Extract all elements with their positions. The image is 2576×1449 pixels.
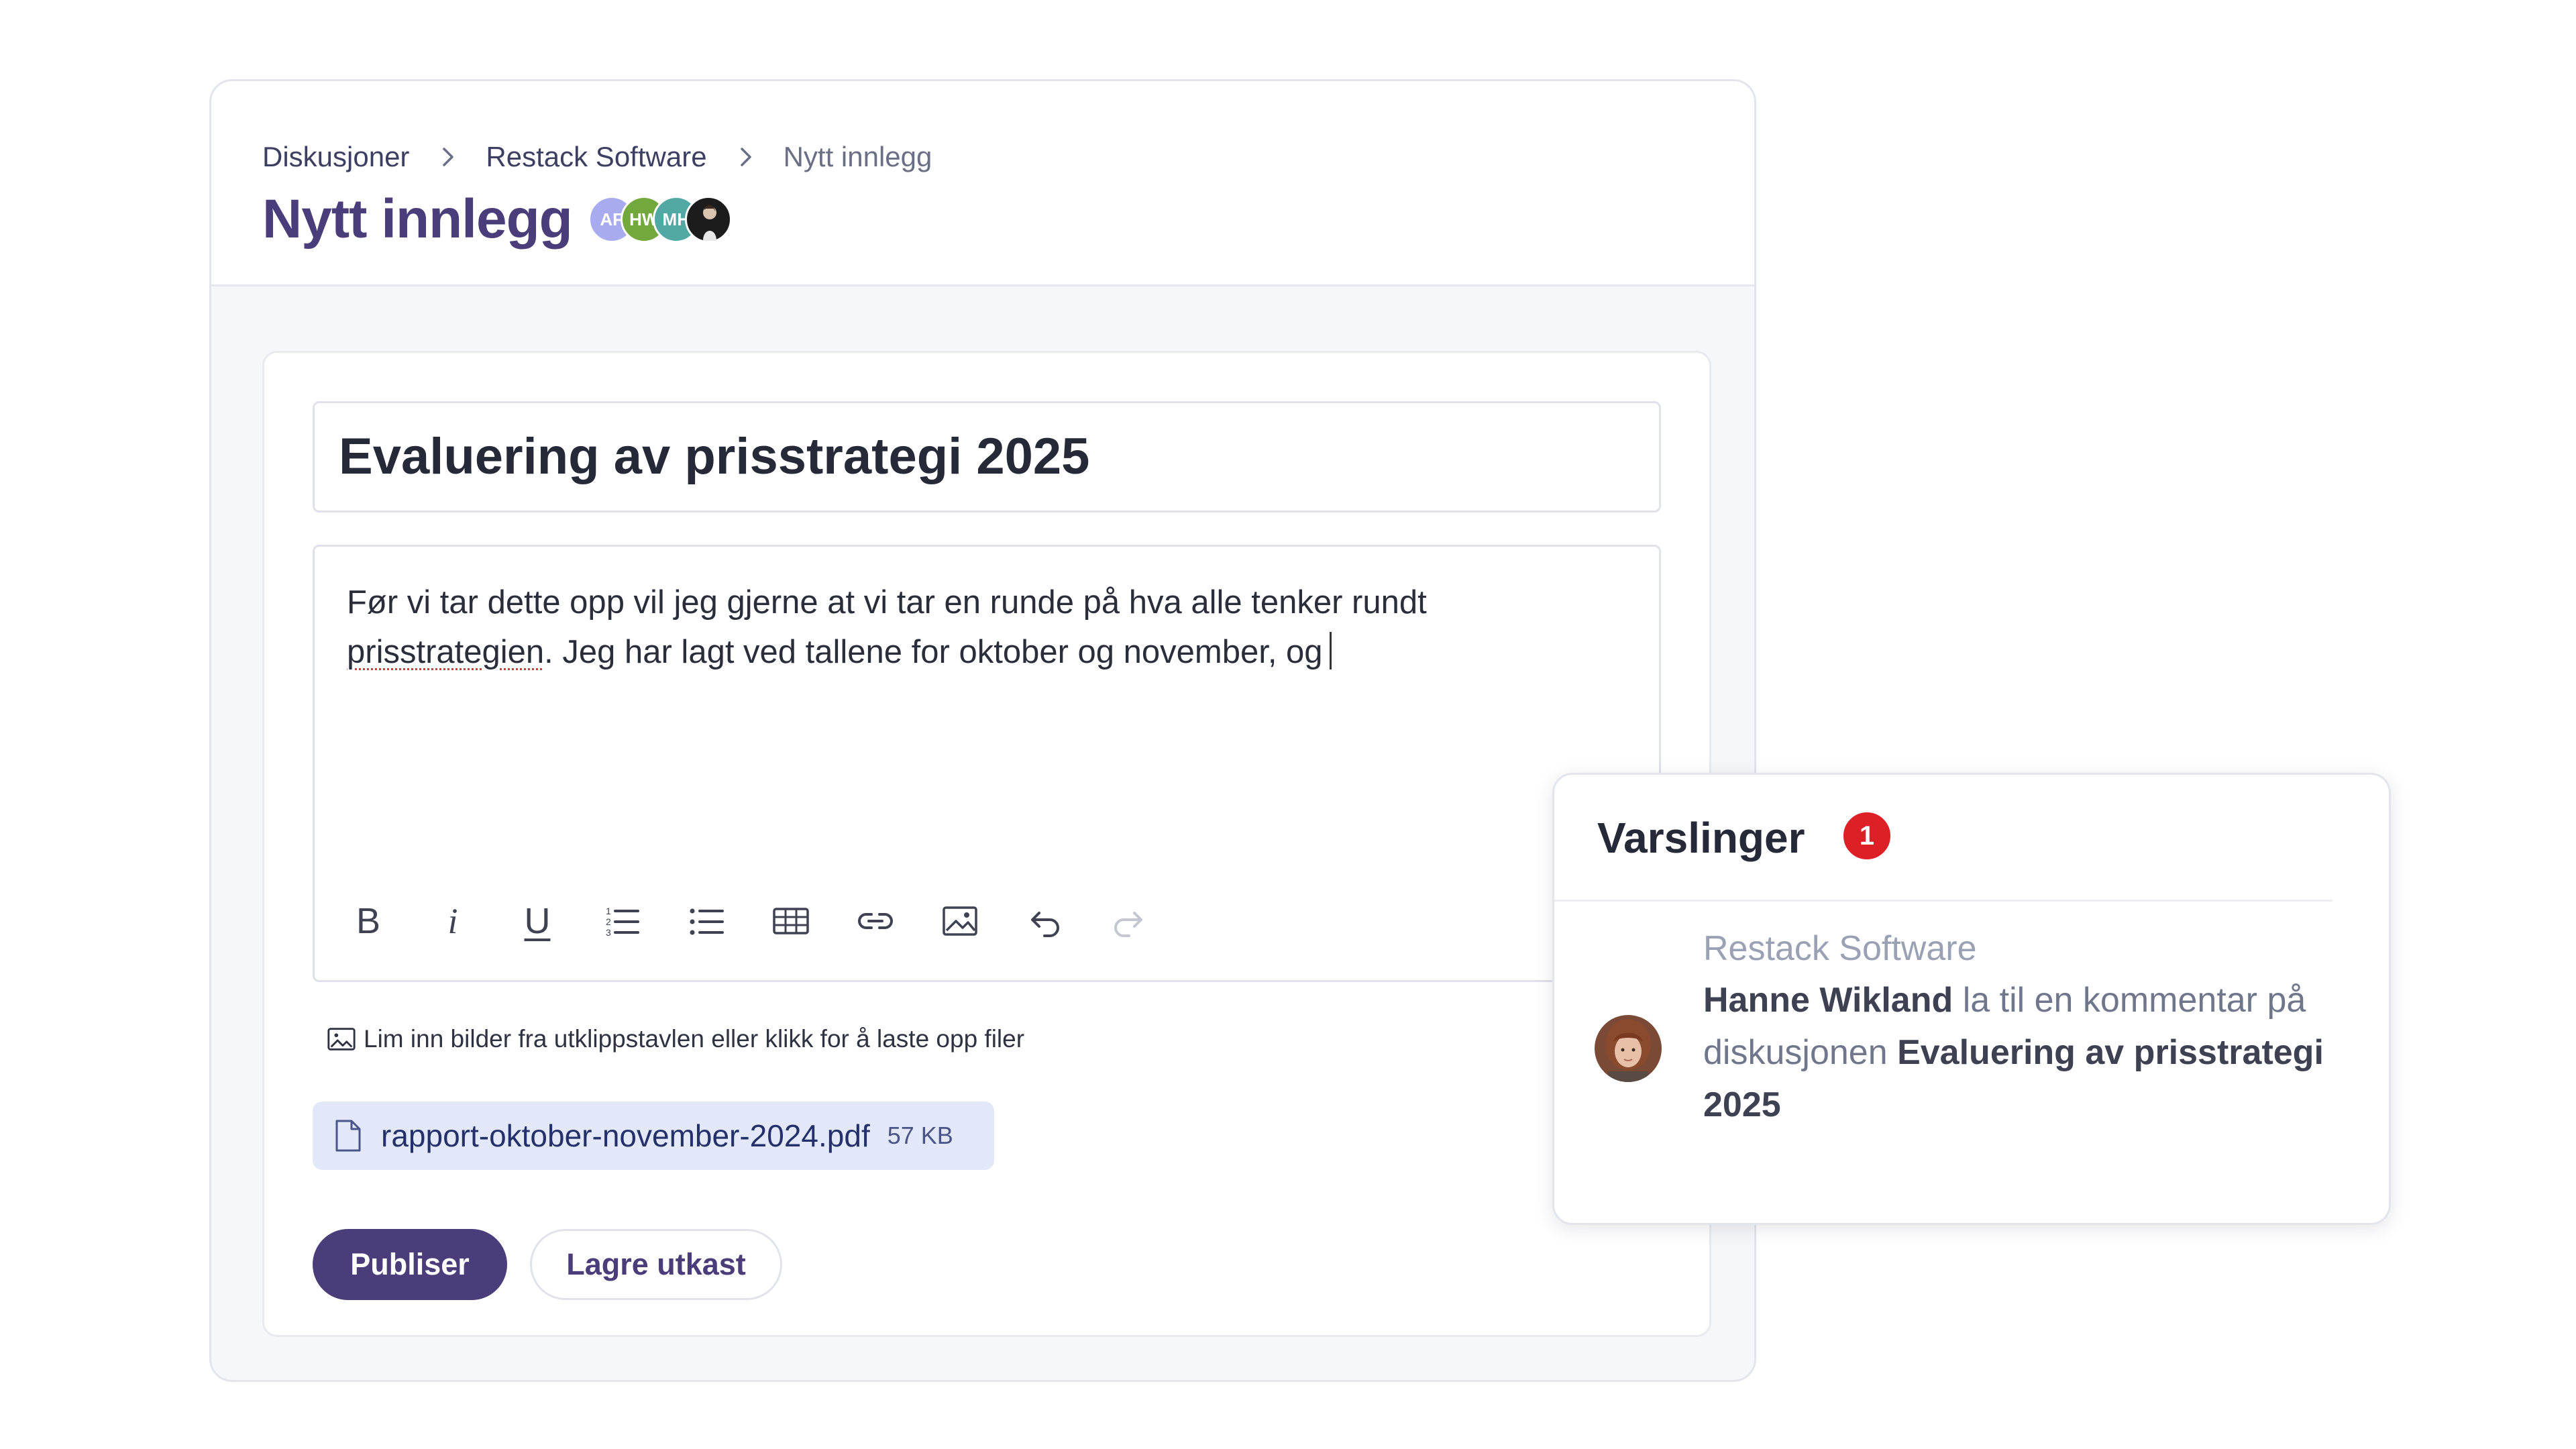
notification-item[interactable]: Restack Software Hanne Wikland la til en… — [1554, 902, 2389, 1223]
redo-button[interactable] — [1104, 896, 1155, 947]
upload-hint-text: Lim inn bilder fra utklippstavlen eller … — [364, 1025, 1025, 1053]
post-body-text[interactable]: Før vi tar dette opp vil jeg gjerne at v… — [347, 578, 1554, 677]
page-header: Diskusjoner Restack Software Nytt innleg… — [211, 81, 1754, 286]
attachment-size: 57 KB — [887, 1122, 953, 1149]
text-caret — [1329, 632, 1332, 669]
breadcrumb: Diskusjoner Restack Software Nytt innleg… — [262, 133, 932, 180]
upload-files-hint[interactable]: Lim inn bilder fra utklippstavlen eller … — [326, 1024, 1024, 1055]
notifications-panel: Varslinger 1 Restack Software Hanne Wikl… — [1552, 773, 2391, 1225]
misspelled-word: prisstrategien — [347, 634, 545, 670]
notification-text: Hanne Wikland la til en kommentar på dis… — [1703, 974, 2347, 1131]
table-icon — [773, 908, 809, 934]
file-icon — [335, 1120, 361, 1152]
image-button[interactable] — [934, 896, 985, 947]
notification-count-badge: 1 — [1841, 810, 1893, 862]
table-button[interactable] — [765, 896, 816, 947]
user-photo-icon — [1595, 1015, 1662, 1082]
undo-icon — [1031, 912, 1059, 937]
editor-card: Evaluering av prisstrategi 2025 Før vi t… — [262, 351, 1711, 1337]
underline-button[interactable]: U — [512, 896, 563, 947]
redo-icon — [1114, 912, 1142, 937]
link-icon — [858, 913, 893, 929]
post-title-input[interactable]: Evaluering av prisstrategi 2025 — [313, 401, 1661, 513]
participant-avatars: AF HW MH — [588, 196, 732, 243]
image-icon — [943, 906, 977, 936]
image-upload-icon — [327, 1028, 356, 1051]
person-photo-icon — [702, 205, 716, 241]
bullet-list-icon — [690, 908, 724, 935]
undo-button[interactable] — [1019, 896, 1070, 947]
title-row: Nytt innlegg AF HW MH — [262, 179, 732, 260]
body-text-part-2: . Jeg har lagt ved tallene for oktober o… — [544, 634, 1323, 670]
attachment-item[interactable]: rapport-oktober-november-2024.pdf 57 KB — [313, 1102, 994, 1170]
svg-text:3: 3 — [606, 927, 611, 938]
breadcrumb-restack-software[interactable]: Restack Software — [486, 133, 706, 180]
bullet-list-button[interactable] — [681, 896, 732, 947]
publish-button[interactable]: Publiser — [313, 1229, 507, 1300]
notification-source: Restack Software — [1703, 929, 1977, 968]
attachment-filename: rapport-oktober-november-2024.pdf — [381, 1118, 870, 1153]
new-post-card: Diskusjoner Restack Software Nytt innleg… — [209, 79, 1756, 1382]
underline-icon: U — [524, 901, 551, 941]
svg-text:1: 1 — [606, 906, 611, 916]
formatting-toolbar: B i U 123 — [343, 896, 1188, 947]
breadcrumb-discussions[interactable]: Diskusjoner — [262, 133, 409, 180]
italic-button[interactable]: i — [427, 896, 478, 947]
breadcrumb-current: Nytt innlegg — [783, 141, 932, 172]
link-button[interactable] — [850, 896, 901, 947]
bold-icon: B — [356, 901, 381, 941]
post-body-editor[interactable]: Før vi tar dette opp vil jeg gjerne at v… — [313, 545, 1661, 982]
chevron-right-icon — [740, 148, 751, 166]
save-draft-button[interactable]: Lagre utkast — [530, 1229, 782, 1300]
body-text-part-1: Før vi tar dette opp vil jeg gjerne at v… — [347, 584, 1427, 621]
avatar-photo[interactable] — [684, 196, 732, 243]
page-title: Nytt innlegg — [262, 189, 573, 250]
avatar — [1595, 1015, 1662, 1082]
notification-author: Hanne Wikland — [1703, 981, 1953, 1020]
italic-icon: i — [447, 901, 458, 941]
ordered-list-button[interactable]: 123 — [596, 896, 647, 947]
chevron-right-icon — [443, 148, 454, 166]
svg-text:2: 2 — [606, 916, 611, 927]
notifications-title: Varslinger — [1597, 814, 1805, 862]
bold-button[interactable]: B — [343, 896, 394, 947]
ordered-list-icon: 123 — [606, 906, 639, 938]
